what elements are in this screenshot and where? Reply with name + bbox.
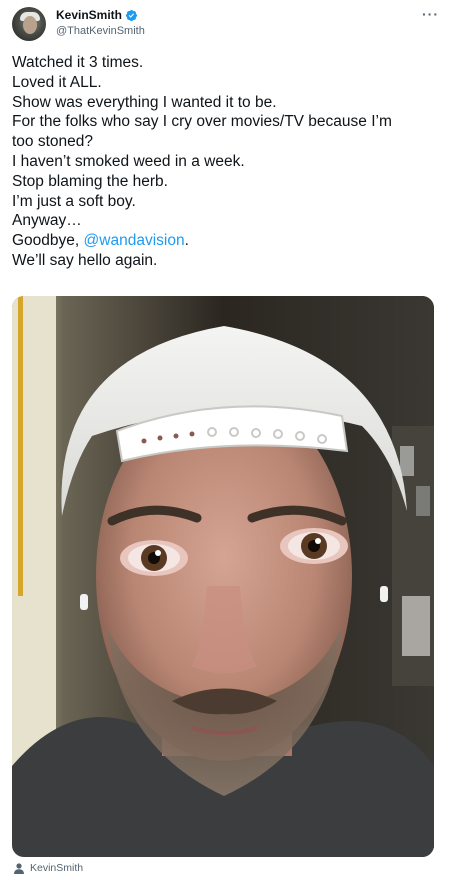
tweet-line: Loved it ALL. bbox=[12, 73, 102, 91]
tweet-line: I haven’t smoked weed in a week. bbox=[12, 152, 245, 170]
more-options-icon[interactable]: ··· bbox=[422, 6, 439, 22]
mention-link[interactable]: @wandavision bbox=[84, 232, 185, 249]
tweet-card: KevinSmith @ThatKevinSmith ··· Watched i… bbox=[0, 0, 457, 880]
author-handle[interactable]: @ThatKevinSmith bbox=[56, 25, 145, 37]
author-name-row: KevinSmith bbox=[56, 8, 138, 22]
tweet-line: For the folks who say I cry over movies/… bbox=[12, 113, 392, 131]
photo-illustration bbox=[12, 296, 434, 857]
tweet-line: We’ll say hello again. bbox=[12, 251, 158, 269]
tagged-user-row[interactable]: KevinSmith bbox=[14, 862, 83, 874]
goodbye-text: Goodbye, bbox=[12, 232, 84, 250]
tweet-text: Watched it 3 times. Loved it ALL. Show w… bbox=[12, 53, 447, 271]
tweet-line: Watched it 3 times. bbox=[12, 54, 144, 71]
tweet-photo[interactable] bbox=[12, 296, 434, 857]
person-icon bbox=[14, 862, 24, 874]
tweet-line: too stoned? bbox=[12, 133, 94, 151]
tweet-line: Anyway… bbox=[12, 212, 82, 230]
tweet-line: Stop blaming the herb. bbox=[12, 172, 168, 190]
author-display-name[interactable]: KevinSmith bbox=[56, 8, 122, 22]
verified-badge-icon bbox=[125, 9, 138, 21]
avatar[interactable] bbox=[12, 7, 46, 41]
avatar-face bbox=[23, 16, 37, 34]
goodbye-punct: . bbox=[184, 232, 189, 250]
tweet-line: I’m just a soft boy. bbox=[12, 192, 136, 210]
tweet-line: Show was everything I wanted it to be. bbox=[12, 93, 277, 111]
tweet-line-goodbye: Goodbye, @wandavision. bbox=[12, 231, 447, 251]
tagged-user-name: KevinSmith bbox=[30, 862, 84, 874]
